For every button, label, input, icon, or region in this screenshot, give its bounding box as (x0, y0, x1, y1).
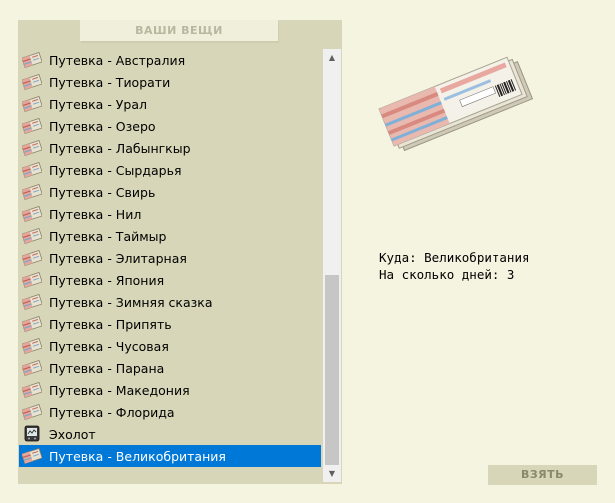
list-item[interactable]: Путевка - Озеро (19, 115, 321, 137)
list-item-label: Путевка - Флорида (49, 404, 175, 420)
list-item[interactable]: Путевка - Македония (19, 379, 321, 401)
list-item[interactable]: Путевка - Зимняя сказка (19, 291, 321, 313)
list-item[interactable]: Путевка - Австралия (19, 49, 321, 71)
inventory-list: Путевка - Австралия Путевка - Тиорати Путе… (19, 49, 322, 467)
list-item[interactable]: Путевка - Сырдарья (19, 159, 321, 181)
ticket-bundle-icon (370, 40, 540, 165)
ticket-icon (21, 227, 43, 245)
list-item-label: Путевка - Нил (49, 206, 142, 222)
list-item[interactable]: Эхолот (19, 423, 321, 445)
ticket-icon (21, 447, 43, 465)
days-text: На сколько дней: 3 (379, 267, 515, 282)
list-item-label: Путевка - Парана (49, 360, 165, 376)
ticket-icon (21, 359, 43, 377)
list-item-label: Путевка - Сырдарья (49, 162, 182, 178)
ticket-icon (21, 161, 43, 179)
list-item-label: Путевка - Македония (49, 382, 190, 398)
echo-sounder-icon (21, 425, 43, 443)
ticket-icon (21, 249, 43, 267)
list-item-label: Путевка - Зимняя сказка (49, 294, 213, 310)
list-item-label: Путевка - Припять (49, 316, 172, 332)
list-item-label: Путевка - Лабынгкыр (49, 140, 191, 156)
list-item-label: Путевка - Элитарная (49, 250, 187, 266)
item-details: Куда: Великобритания На сколько дней: 3 (379, 249, 530, 283)
scroll-up-arrow-icon[interactable]: ▲ (323, 49, 341, 66)
list-item-label: Эхолот (49, 426, 96, 442)
list-item-label: Путевка - Чусовая (49, 338, 169, 354)
list-item-label: Путевка - Озеро (49, 118, 156, 134)
list-item-label: Путевка - Япония (49, 272, 165, 288)
list-item[interactable]: Путевка - Свирь (19, 181, 321, 203)
take-button[interactable]: ВЗЯТЬ (488, 465, 597, 485)
ticket-icon (21, 73, 43, 91)
ticket-icon (21, 51, 43, 69)
scroll-thumb[interactable] (325, 275, 339, 465)
list-item-label: Путевка - Свирь (49, 184, 156, 200)
destination-text: Куда: Великобритания (379, 250, 530, 265)
list-item[interactable]: Путевка - Япония (19, 269, 321, 291)
ticket-icon (21, 337, 43, 355)
ticket-icon (21, 381, 43, 399)
list-item[interactable]: Путевка - Элитарная (19, 247, 321, 269)
ticket-icon (21, 205, 43, 223)
list-item-label: Путевка - Таймыр (49, 228, 167, 244)
list-item[interactable]: Путевка - Урал (19, 93, 321, 115)
ticket-icon (21, 95, 43, 113)
inventory-scrollbar[interactable]: ▲ ▼ (323, 49, 341, 482)
ticket-icon (21, 315, 43, 333)
list-item-label: Путевка - Тиорати (49, 74, 171, 90)
list-item[interactable]: Путевка - Парана (19, 357, 321, 379)
list-item[interactable]: Путевка - Флорида (19, 401, 321, 423)
scroll-down-arrow-icon[interactable]: ▼ (323, 465, 341, 482)
list-item[interactable]: Путевка - Припять (19, 313, 321, 335)
list-item-label: Путевка - Австралия (49, 52, 186, 68)
list-item[interactable]: Путевка - Тиорати (19, 71, 321, 93)
ticket-icon (21, 139, 43, 157)
list-item[interactable]: Путевка - Таймыр (19, 225, 321, 247)
ticket-icon (21, 271, 43, 289)
ticket-icon (21, 293, 43, 311)
list-item[interactable]: Путевка - Великобритания (19, 445, 321, 467)
inventory-title: ВАШИ ВЕЩИ (80, 20, 278, 41)
list-item-label: Путевка - Великобритания (49, 448, 226, 464)
list-item[interactable]: Путевка - Лабынгкыр (19, 137, 321, 159)
ticket-icon (21, 117, 43, 135)
ticket-icon (21, 183, 43, 201)
list-item[interactable]: Путевка - Чусовая (19, 335, 321, 357)
ticket-icon (21, 403, 43, 421)
list-item-label: Путевка - Урал (49, 96, 148, 112)
list-item[interactable]: Путевка - Нил (19, 203, 321, 225)
